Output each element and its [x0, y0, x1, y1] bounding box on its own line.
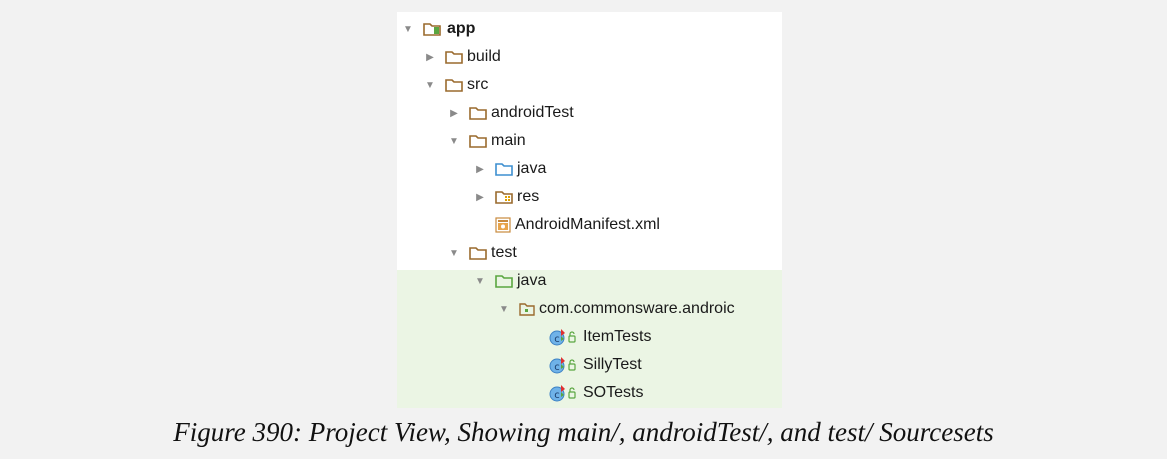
tree-item-label: build [467, 48, 501, 65]
expanded-arrow-icon[interactable]: ▼ [447, 136, 461, 147]
source-folder-icon [495, 162, 513, 176]
tree-item-label: main [491, 132, 526, 149]
tree-item-test-java[interactable]: ▼ java [397, 267, 782, 295]
test-source-folder-icon [495, 274, 513, 288]
expanded-arrow-icon[interactable]: ▼ [423, 80, 437, 91]
expanded-arrow-icon[interactable]: ▼ [401, 24, 415, 35]
expanded-arrow-icon[interactable]: ▼ [447, 248, 461, 259]
tree-item-label: test [491, 244, 517, 261]
tree-item-label: AndroidManifest.xml [515, 216, 660, 233]
tree-item-label: res [517, 188, 540, 205]
collapsed-arrow-icon[interactable]: ▶ [473, 192, 487, 203]
manifest-file-icon [495, 217, 511, 233]
tree-item-sillytest[interactable]: c SillyTest [397, 351, 782, 379]
test-class-icon: c [549, 356, 577, 374]
test-class-icon: c [549, 328, 577, 346]
tree-item-itemtests[interactable]: c ItemTests [397, 323, 782, 351]
tree-item-label: SillyTest [583, 356, 642, 373]
test-class-icon: c [549, 384, 577, 402]
tree-item-main[interactable]: ▼ main [397, 127, 782, 155]
figure-caption: Figure 390: Project View, Showing main/,… [173, 417, 994, 447]
folder-icon [445, 50, 463, 64]
tree-item-label: java [517, 272, 547, 289]
tree-item-test[interactable]: ▼ test [397, 239, 782, 267]
tree-item-label: src [467, 76, 489, 93]
collapsed-arrow-icon[interactable]: ▶ [447, 108, 461, 119]
collapsed-arrow-icon[interactable]: ▶ [423, 52, 437, 63]
folder-icon [469, 134, 487, 148]
svg-text:c: c [554, 334, 560, 345]
svg-text:c: c [554, 390, 560, 401]
tree-item-label: ItemTests [583, 328, 652, 345]
collapsed-arrow-icon[interactable]: ▶ [473, 164, 487, 175]
tree-item-package[interactable]: ▼ com.commonsware.androic [397, 295, 782, 323]
tree-item-label: SOTests [583, 384, 644, 401]
tree-item-androidtest[interactable]: ▶ androidTest [397, 99, 782, 127]
expanded-arrow-icon[interactable]: ▼ [473, 276, 487, 287]
tree-item-label: app [447, 20, 476, 37]
folder-icon [469, 246, 487, 260]
tree-item-app[interactable]: ▼ app [397, 15, 782, 43]
module-folder-icon [423, 22, 443, 36]
tree-item-res[interactable]: ▶ res [397, 183, 782, 211]
tree-item-label: androidTest [491, 104, 574, 121]
tree-item-src[interactable]: ▼ src [397, 71, 782, 99]
tree-item-sotests[interactable]: c SOTests [397, 379, 782, 407]
tree-item-label: java [517, 160, 547, 177]
tree-item-label: com.commonsware.androic [539, 300, 735, 317]
tree-item-androidmanifest[interactable]: ▶ AndroidManifest.xml [397, 211, 782, 239]
package-icon [519, 302, 535, 316]
folder-icon [445, 78, 463, 92]
tree-item-main-java[interactable]: ▶ java [397, 155, 782, 183]
expanded-arrow-icon[interactable]: ▼ [497, 304, 511, 315]
folder-icon [469, 106, 487, 120]
tree-item-build[interactable]: ▶ build [397, 43, 782, 71]
project-tree-panel: ▼ app ▶ build ▼ src ▶ androidTest ▼ main… [397, 12, 782, 408]
resource-folder-icon [495, 190, 513, 204]
svg-text:c: c [554, 362, 560, 373]
